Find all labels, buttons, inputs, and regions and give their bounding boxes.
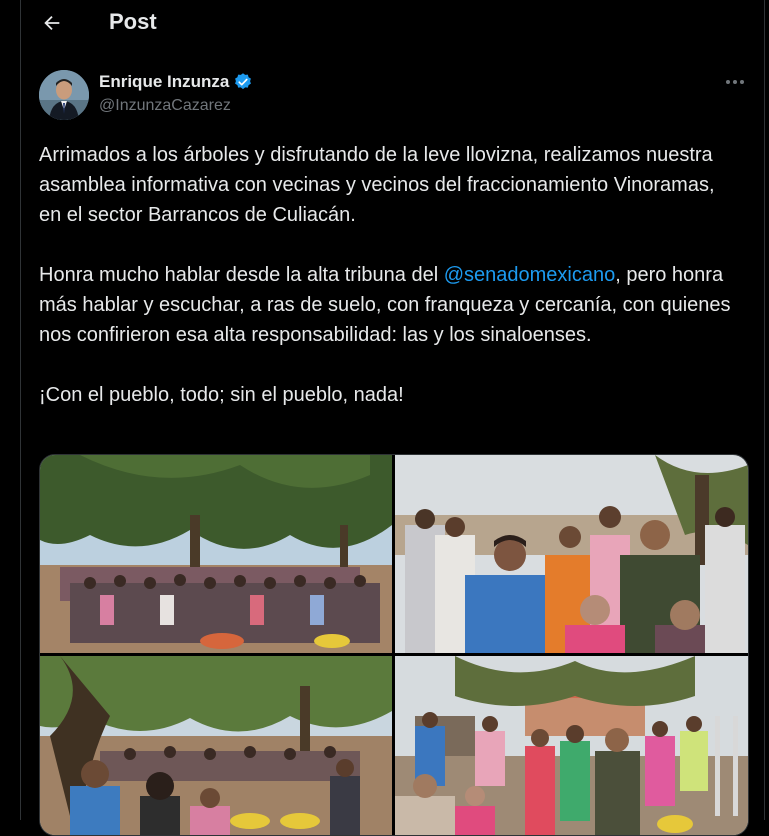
post-column: Post Enrique Inzunza @InzunzaCazarez Arr… bbox=[20, 0, 765, 836]
tweet-paragraph-3: ¡Con el pueblo, todo; sin el pueblo, nad… bbox=[39, 384, 404, 406]
tweet-paragraph-2-start: Honra mucho hablar desde la alta tribuna… bbox=[39, 264, 444, 286]
more-options-button[interactable] bbox=[721, 70, 749, 94]
tweet-paragraph-2: Honra mucho hablar desde la alta tribuna… bbox=[39, 260, 739, 350]
verified-badge-icon bbox=[235, 73, 252, 90]
avatar[interactable] bbox=[39, 70, 89, 120]
mention-link[interactable]: @senadomexicano bbox=[444, 264, 616, 286]
photo-2[interactable] bbox=[395, 455, 748, 653]
author-name[interactable]: Enrique Inzunza bbox=[99, 72, 229, 92]
photo-3[interactable] bbox=[40, 656, 392, 835]
author-name-row[interactable]: Enrique Inzunza bbox=[99, 72, 253, 92]
tweet-text: Arrimados a los árboles y disfrutando de… bbox=[39, 140, 739, 410]
photo-1[interactable] bbox=[40, 455, 392, 653]
post-header: Post bbox=[21, 0, 764, 46]
tweet-paragraph-1: Arrimados a los árboles y disfrutando de… bbox=[39, 144, 715, 226]
author-handle[interactable]: @InzunzaCazarez bbox=[99, 97, 231, 115]
back-button[interactable] bbox=[35, 6, 69, 40]
photo-4[interactable] bbox=[395, 656, 748, 835]
page-title: Post bbox=[109, 9, 157, 34]
more-options-icon bbox=[726, 80, 744, 84]
back-arrow-icon bbox=[44, 15, 60, 31]
media-grid bbox=[39, 454, 749, 836]
